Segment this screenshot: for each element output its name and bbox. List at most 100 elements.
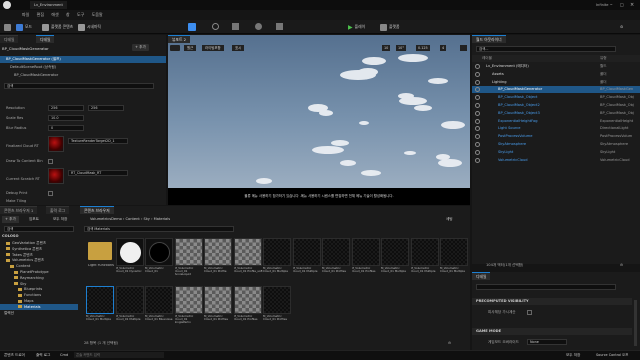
scale-snap[interactable]: 0.125 — [416, 45, 430, 51]
prop-value[interactable]: 10.0 — [48, 115, 84, 121]
outliner-search-input[interactable]: 검색... — [476, 46, 616, 52]
breadcrumb-item[interactable]: VolumetricsDemo — [90, 217, 122, 221]
cmd-selector[interactable]: Cmd — [60, 351, 68, 359]
cinematic-icon[interactable] — [276, 23, 283, 30]
category-precomputed[interactable]: PRECOMPUTED VISIBILITY — [472, 298, 632, 305]
content-drawer-button[interactable]: 콘텐츠 드로어 — [4, 351, 25, 359]
visibility-eye-icon[interactable] — [475, 64, 480, 69]
asset-tile[interactable] — [233, 286, 262, 314]
minimize-icon[interactable]: – — [610, 1, 613, 9]
visibility-eye-icon[interactable] — [475, 79, 480, 85]
source-control-status[interactable]: Source Control 오프 — [596, 351, 628, 359]
asset-tile[interactable] — [233, 238, 262, 266]
close-icon[interactable]: × — [630, 1, 634, 9]
draw-checkbox[interactable] — [48, 159, 53, 164]
breadcrumb-item[interactable]: Materials — [154, 217, 170, 221]
menu-help[interactable]: 도움말 — [92, 10, 103, 20]
asset-tile[interactable] — [351, 238, 380, 266]
breadcrumb-item[interactable]: Sky — [144, 217, 150, 221]
perspective-icon[interactable] — [212, 23, 219, 30]
tab-world-details[interactable]: 디테일 — [472, 272, 491, 280]
asset-tile[interactable] — [174, 238, 203, 266]
component-root[interactable]: DefaultSceneRoot (상속됨) — [0, 64, 166, 71]
asset-tile[interactable] — [204, 286, 232, 314]
asset-tile[interactable] — [440, 238, 468, 266]
menu-window[interactable]: 창 — [66, 10, 70, 20]
asset-tile[interactable] — [145, 286, 173, 314]
platforms-button[interactable]: 플랫폼 — [380, 22, 399, 32]
asset-tile[interactable] — [115, 238, 144, 266]
tab-output-log[interactable]: 출력 로그 — [46, 206, 70, 214]
tab-content-browser-1[interactable]: 콘텐츠 브라우저 1 — [0, 206, 38, 214]
cb-add-button[interactable]: + 추가 — [2, 216, 19, 223]
collections-header[interactable]: 컬렉션 — [4, 310, 14, 317]
asset-tile[interactable] — [263, 286, 291, 314]
grid-snap[interactable]: 10 — [382, 45, 391, 51]
rotation-snap[interactable]: 10° — [396, 45, 407, 51]
breadcrumb-item[interactable]: Content — [126, 217, 140, 221]
game-mode-select[interactable]: None — [527, 339, 567, 345]
menu-asset[interactable]: 애셋 — [51, 10, 58, 20]
lit-button[interactable]: 라이팅포함 — [202, 45, 224, 51]
perspective-button[interactable]: 원근 — [184, 45, 197, 51]
menu-tools[interactable]: 도구 — [77, 10, 84, 20]
prop-value[interactable]: TextureRenderTarget2D_1 — [68, 138, 128, 144]
visibility-eye-icon[interactable] — [475, 126, 480, 132]
visibility-checkbox[interactable] — [527, 310, 532, 315]
category-game-mode[interactable]: GAME MODE — [472, 328, 632, 335]
content-button[interactable]: 플랫폼 콘텐츠 — [42, 22, 73, 32]
asset-search-input[interactable]: 검색 Materials — [84, 226, 234, 232]
select-mode-icon[interactable] — [188, 23, 196, 31]
visibility-eye-icon[interactable] — [475, 134, 480, 140]
save-button[interactable] — [4, 22, 11, 32]
details-scrollbar[interactable] — [634, 300, 637, 346]
settings-button[interactable]: ⚙ — [620, 23, 630, 31]
save-all-status[interactable]: 모두 저장 — [566, 351, 580, 359]
visibility-eye-icon[interactable] — [475, 118, 480, 124]
cinematics-button[interactable]: 시네마틱 — [78, 22, 101, 32]
asset-tile[interactable] — [145, 238, 173, 266]
cb-save-all-button[interactable]: 모두 저장 — [50, 216, 70, 223]
visibility-eye-icon[interactable] — [475, 71, 480, 77]
asset-tile[interactable] — [322, 238, 350, 266]
menu-edit[interactable]: 편집 — [37, 10, 44, 20]
outliner-view-options[interactable]: ⚙ — [620, 262, 623, 269]
asset-tile[interactable] — [292, 238, 321, 266]
asset-tile[interactable] — [263, 238, 291, 266]
component-child[interactable]: BP_CloudMaskGenerator — [0, 72, 166, 79]
visibility-eye-icon[interactable] — [475, 157, 480, 163]
maximize-icon[interactable]: □ — [620, 1, 624, 9]
add-component-button[interactable]: + 추가 — [132, 44, 149, 51]
tab-details-2[interactable]: 디테일 — [36, 35, 55, 43]
visibility-eye-icon[interactable] — [475, 103, 480, 108]
cb-view-options[interactable]: ⚙ — [448, 340, 451, 347]
mode-button[interactable]: 모드 — [16, 22, 32, 32]
tab-details-1[interactable]: 디테일 — [0, 35, 19, 43]
show-button[interactable]: 표시 — [232, 45, 245, 51]
asset-tile[interactable] — [381, 238, 409, 266]
debug-checkbox[interactable] — [48, 191, 53, 196]
visibility-eye-icon[interactable] — [475, 110, 480, 116]
visibility-eye-icon[interactable] — [475, 87, 480, 93]
prop-value[interactable]: RT_CloudMask_RT — [68, 170, 128, 176]
component-self[interactable]: BP_CloudMaskGenerator (셀프) — [0, 56, 166, 63]
blueprint-icon[interactable] — [255, 23, 262, 30]
visibility-eye-icon[interactable] — [475, 149, 480, 155]
details-search-input[interactable]: 검색 — [4, 83, 154, 89]
tree-search-input[interactable]: 검색 — [4, 226, 74, 232]
prop-value[interactable]: 256 — [48, 105, 84, 111]
viewport-menu-icon[interactable] — [170, 45, 180, 51]
asset-tile[interactable] — [115, 286, 144, 314]
cb-import-button[interactable]: 임포트 — [26, 216, 42, 223]
asset-tile[interactable] — [86, 238, 114, 266]
level-tab[interactable]: Lv_Environment — [30, 1, 67, 9]
camera-speed[interactable]: 4 — [440, 45, 447, 51]
visibility-eye-icon[interactable] — [475, 95, 480, 101]
play-button[interactable]: ▶ 플레이 — [348, 22, 365, 32]
tree-root[interactable]: COLOSO — [2, 233, 19, 240]
visibility-eye-icon[interactable] — [475, 142, 480, 147]
prop-value[interactable]: 256 — [88, 105, 124, 111]
tab-outliner[interactable]: 월드 아웃라이너 — [472, 35, 506, 43]
menu-file[interactable]: 파일 — [22, 10, 29, 20]
world-details-search[interactable] — [476, 284, 616, 290]
